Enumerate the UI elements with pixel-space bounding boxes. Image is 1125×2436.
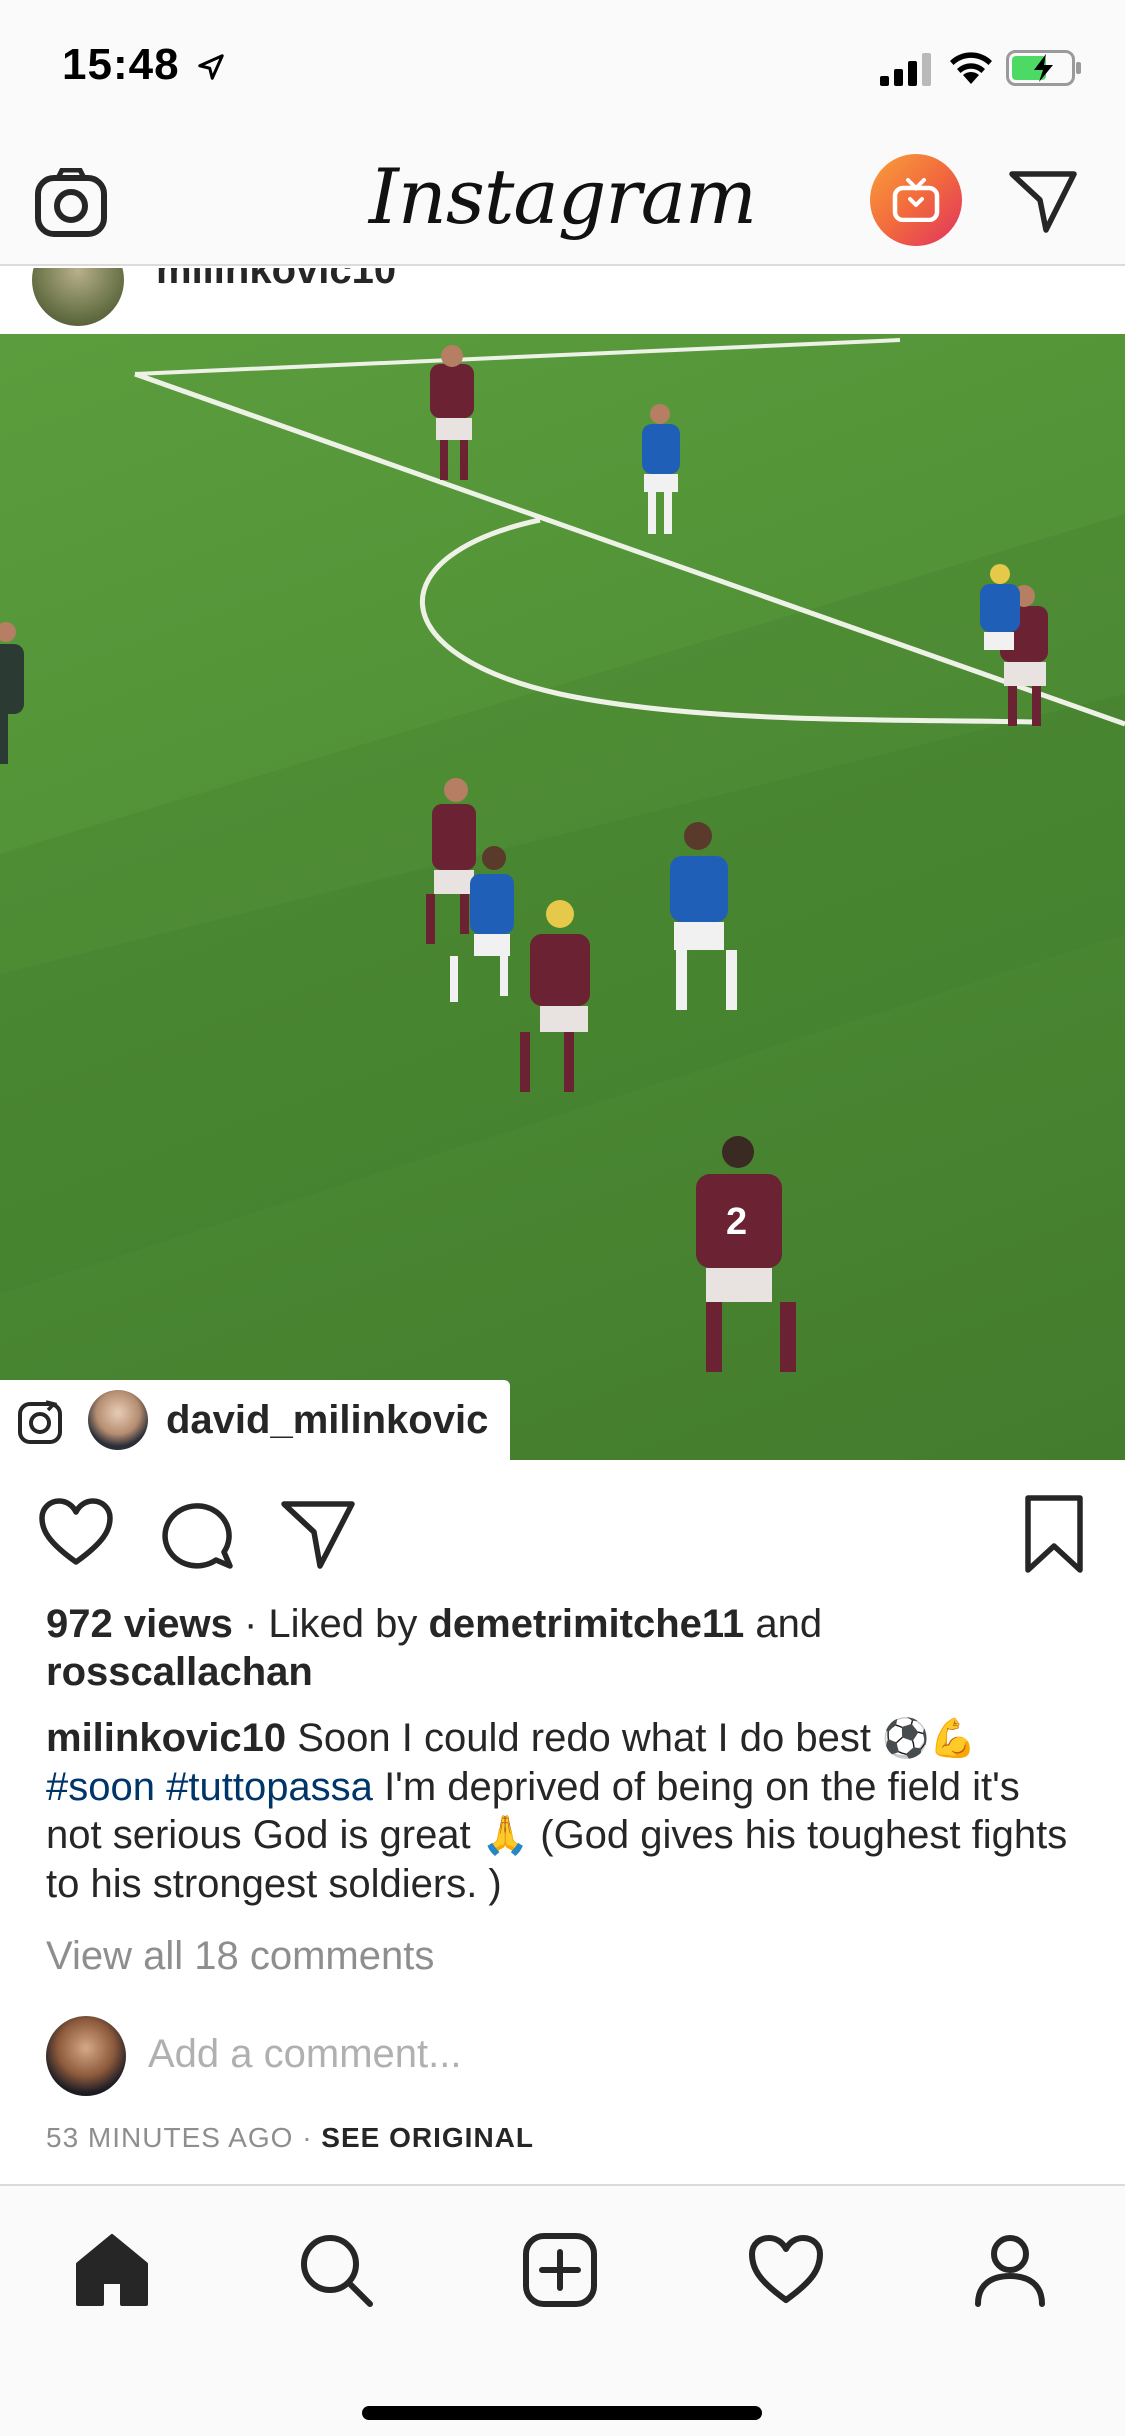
timestamp-separator: · bbox=[302, 2122, 313, 2153]
liked-by-user[interactable]: rosscallachan bbox=[46, 1650, 313, 1694]
bottom-tab-bar bbox=[0, 2184, 1125, 2436]
cellular-signal-icon bbox=[880, 53, 931, 86]
add-comment-row[interactable]: Add a comment... bbox=[0, 2010, 1125, 2100]
hashtag-link[interactable]: #tuttopassa bbox=[166, 1765, 373, 1809]
hashtag-link[interactable]: #soon bbox=[46, 1765, 155, 1809]
home-indicator[interactable] bbox=[362, 2406, 762, 2420]
see-original-button[interactable]: SEE ORIGINAL bbox=[321, 2122, 534, 2153]
bookmark-icon[interactable] bbox=[1022, 1494, 1086, 1574]
battery-charging-icon bbox=[1006, 50, 1081, 86]
caption-text: Soon I could redo what I do best bbox=[297, 1716, 871, 1760]
search-icon[interactable] bbox=[296, 2230, 376, 2310]
post-text: 972 views · Liked by demetrimitche11 and… bbox=[46, 1600, 1086, 1908]
heart-icon[interactable] bbox=[38, 1498, 114, 1568]
current-user-avatar bbox=[46, 2016, 126, 2096]
repost-icon bbox=[18, 1400, 62, 1444]
previous-post-username[interactable]: milinkovic10 bbox=[156, 268, 396, 293]
direct-message-icon[interactable] bbox=[1006, 164, 1080, 238]
post-video[interactable]: 2 david_milinkovic bbox=[0, 334, 1125, 1460]
home-icon[interactable] bbox=[72, 2230, 152, 2310]
previous-post-header: milinkovic10 bbox=[0, 268, 1125, 334]
post-timestamp-line: 53 MINUTES AGO · SEE ORIGINAL bbox=[46, 2122, 534, 2154]
wifi-icon bbox=[950, 52, 992, 84]
liked-by-user[interactable]: demetrimitche11 bbox=[429, 1602, 745, 1646]
view-all-comments-link[interactable]: View all 18 comments bbox=[46, 1934, 434, 1979]
football-pitch-video-frame: 2 bbox=[0, 334, 1125, 1372]
flexed-biceps-emoji: 💪 bbox=[929, 1718, 977, 1760]
activity-heart-icon[interactable] bbox=[746, 2230, 826, 2310]
svg-text:2: 2 bbox=[726, 1201, 747, 1243]
igtv-icon[interactable] bbox=[870, 154, 962, 246]
liked-by-and: and bbox=[755, 1602, 823, 1646]
previous-post-avatar[interactable] bbox=[32, 268, 124, 326]
post-caption: milinkovic10 Soon I could redo what I do… bbox=[46, 1714, 1086, 1908]
status-bar: 15:48 bbox=[0, 0, 1125, 140]
repost-attribution[interactable]: david_milinkovic bbox=[0, 1380, 510, 1460]
share-icon[interactable] bbox=[280, 1496, 356, 1572]
post-time-ago: 53 MINUTES AGO bbox=[46, 2122, 294, 2153]
attribution-username: david_milinkovic bbox=[166, 1398, 489, 1442]
attribution-avatar bbox=[88, 1390, 148, 1450]
status-time: 15:48 bbox=[62, 40, 180, 89]
caption-username[interactable]: milinkovic10 bbox=[46, 1716, 286, 1760]
folded-hands-emoji: 🙏 bbox=[481, 1815, 530, 1857]
add-comment-input[interactable]: Add a comment... bbox=[148, 2032, 461, 2077]
soccer-ball-emoji: ⚽ bbox=[882, 1718, 930, 1760]
app-header: Instagram bbox=[0, 140, 1125, 266]
likes-line: 972 views · Liked by demetrimitche11 and… bbox=[46, 1600, 1086, 1696]
comment-icon[interactable] bbox=[160, 1496, 236, 1572]
views-count[interactable]: 972 views bbox=[46, 1602, 233, 1646]
profile-icon[interactable] bbox=[970, 2230, 1050, 2310]
location-arrow-icon bbox=[198, 54, 224, 80]
post-action-bar bbox=[0, 1460, 1125, 1600]
add-post-icon[interactable] bbox=[520, 2230, 600, 2310]
liked-by-prefix: · Liked by bbox=[243, 1602, 418, 1646]
